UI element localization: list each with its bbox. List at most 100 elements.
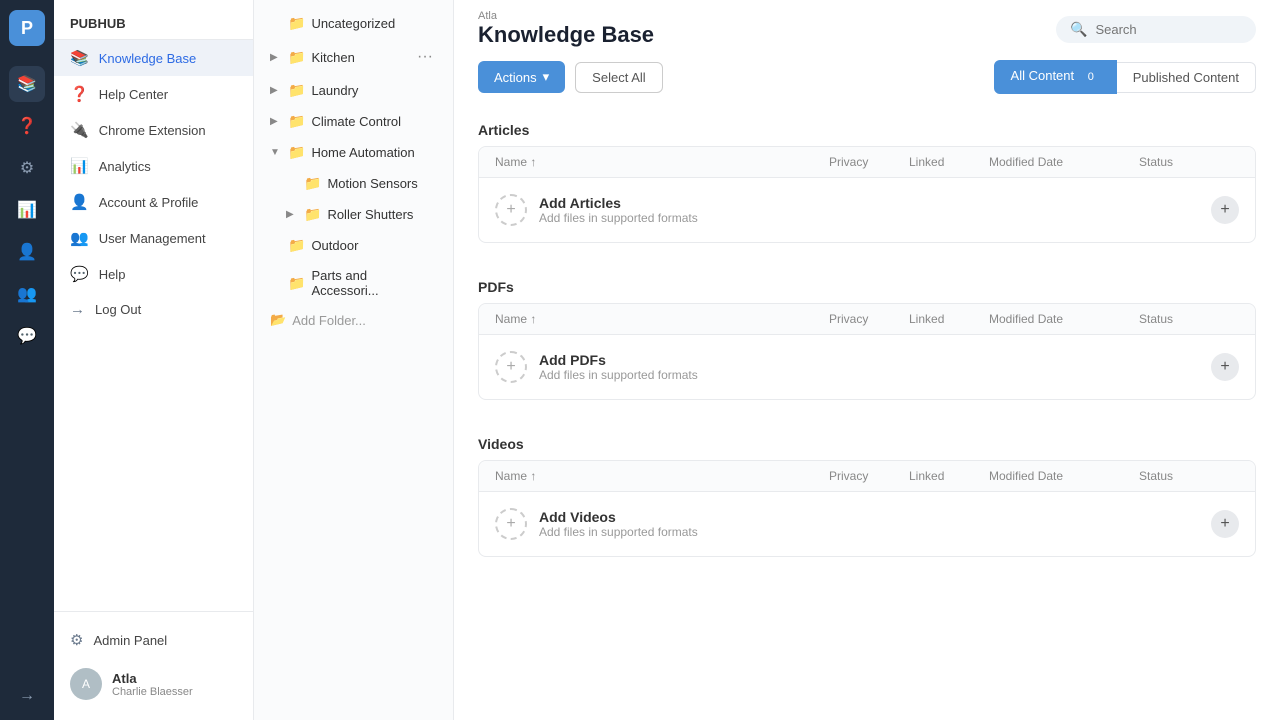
rail-account[interactable]: 👤 — [9, 234, 45, 270]
laundry-folder-icon: 📁 — [288, 82, 305, 99]
sidebar-item-user-management[interactable]: 👥 User Management — [54, 220, 253, 256]
chrome-extension-icon: 🔌 — [70, 121, 89, 139]
articles-col-modified: Modified Date — [989, 155, 1139, 169]
folder-name-home-automation: Home Automation — [311, 145, 437, 160]
user-management-icon: 👥 — [70, 229, 89, 247]
rail-user-management[interactable]: 👥 — [9, 276, 45, 312]
published-content-toggle[interactable]: Published Content — [1117, 62, 1256, 93]
add-videos-subtitle: Add files in supported formats — [539, 525, 698, 539]
sidebar-item-analytics[interactable]: 📊 Analytics — [54, 148, 253, 184]
rail-help-center[interactable]: ❓ — [9, 108, 45, 144]
actions-label: Actions — [494, 70, 537, 85]
folder-item-outdoor[interactable]: 📁 Outdoor — [258, 230, 449, 261]
page-title: Knowledge Base — [478, 22, 654, 48]
roller-shutters-folder-icon: 📁 — [304, 206, 321, 223]
knowledge-base-icon: 📚 — [70, 49, 89, 67]
sidebar-header: PUBHUB — [54, 0, 253, 40]
add-pdfs-title: Add PDFs — [539, 352, 698, 368]
sidebar-label-account: Account & Profile — [99, 195, 237, 210]
rail-knowledge-base[interactable]: 📚 — [9, 66, 45, 102]
add-articles-icon: + — [495, 194, 527, 226]
folder-item-home-automation[interactable]: ▼ 📁 Home Automation — [258, 137, 449, 168]
add-folder-button[interactable]: 📂 Add Folder... — [258, 305, 449, 335]
add-pdfs-icon: + — [495, 351, 527, 383]
folder-item-roller-shutters[interactable]: ▶ 📁 Roller Shutters — [258, 199, 449, 230]
folder-name-parts: Parts and Accessori... — [311, 268, 437, 298]
articles-col-name: Name ↑ — [495, 155, 829, 169]
help-icon: 💬 — [70, 265, 89, 283]
sidebar-label-logout: Log Out — [95, 302, 237, 317]
all-content-toggle[interactable]: All Content 0 — [994, 60, 1117, 94]
climate-folder-icon: 📁 — [288, 113, 305, 130]
kitchen-folder-icon: 📁 — [288, 49, 305, 66]
search-icon: 🔍 — [1070, 21, 1087, 38]
chevron-climate-icon: ▶ — [270, 116, 282, 127]
sidebar-label-knowledge-base: Knowledge Base — [99, 51, 237, 66]
sidebar-item-help-center[interactable]: ❓ Help Center — [54, 76, 253, 112]
sidebar-label-analytics: Analytics — [99, 159, 237, 174]
folder-item-motion-sensors[interactable]: 📁 Motion Sensors — [258, 168, 449, 199]
help-center-icon: ❓ — [70, 85, 89, 103]
sidebar-label-help: Help — [99, 267, 237, 282]
sidebar-item-help[interactable]: 💬 Help — [54, 256, 253, 292]
pdfs-col-modified: Modified Date — [989, 312, 1139, 326]
add-articles-plus-button[interactable]: + — [1211, 196, 1239, 224]
folder-item-parts[interactable]: 📁 Parts and Accessori... — [258, 261, 449, 305]
sidebar-item-chrome-extension[interactable]: 🔌 Chrome Extension — [54, 112, 253, 148]
chevron-roller-icon: ▶ — [286, 209, 298, 220]
articles-section-title: Articles — [478, 106, 1256, 146]
rail-logout[interactable]: → — [9, 678, 45, 714]
rail-help[interactable]: 💬 — [9, 318, 45, 354]
add-videos-row[interactable]: + Add Videos Add files in supported form… — [479, 492, 1255, 556]
add-articles-row[interactable]: + Add Articles Add files in supported fo… — [479, 178, 1255, 242]
folder-panel: 📁 Uncategorized ▶ 📁 Kitchen ··· ▶ 📁 Laun… — [254, 0, 454, 720]
select-all-button[interactable]: Select All — [575, 62, 662, 93]
sidebar: PUBHUB 📚 Knowledge Base ❓ Help Center 🔌 … — [54, 0, 254, 720]
add-pdfs-row[interactable]: + Add PDFs Add files in supported format… — [479, 335, 1255, 399]
add-folder-label: Add Folder... — [292, 313, 366, 328]
user-block[interactable]: A Atla Charlie Blaesser — [54, 658, 253, 710]
articles-col-privacy: Privacy — [829, 155, 909, 169]
videos-col-linked: Linked — [909, 469, 989, 483]
user-avatar: A — [70, 668, 102, 700]
add-videos-plus-button[interactable]: + — [1211, 510, 1239, 538]
app-name: PUBHUB — [70, 16, 126, 31]
folder-item-kitchen[interactable]: ▶ 📁 Kitchen ··· — [258, 39, 449, 75]
add-videos-icon: + — [495, 508, 527, 540]
search-bar[interactable]: 🔍 — [1056, 16, 1256, 43]
folder-item-laundry[interactable]: ▶ 📁 Laundry — [258, 75, 449, 106]
sidebar-item-logout[interactable]: → Log Out — [54, 292, 253, 327]
videos-table: Name ↑ Privacy Linked Modified Date Stat… — [478, 460, 1256, 557]
actions-button[interactable]: Actions ▾ — [478, 61, 565, 93]
articles-table: Name ↑ Privacy Linked Modified Date Stat… — [478, 146, 1256, 243]
articles-col-linked: Linked — [909, 155, 989, 169]
videos-col-modified: Modified Date — [989, 469, 1139, 483]
kitchen-more-button[interactable]: ··· — [413, 46, 437, 68]
app-logo[interactable]: P — [9, 10, 45, 46]
admin-panel-icon: ⚙ — [70, 631, 83, 649]
videos-table-header: Name ↑ Privacy Linked Modified Date Stat… — [479, 461, 1255, 492]
pdfs-col-name: Name ↑ — [495, 312, 829, 326]
articles-col-status: Status — [1139, 155, 1239, 169]
add-pdfs-subtitle: Add files in supported formats — [539, 368, 698, 382]
outdoor-folder-icon: 📁 — [288, 237, 305, 254]
sidebar-item-account-profile[interactable]: 👤 Account & Profile — [54, 184, 253, 220]
sidebar-label-admin-panel: Admin Panel — [93, 633, 237, 648]
home-automation-folder-icon: 📁 — [288, 144, 305, 161]
folder-item-uncategorized[interactable]: 📁 Uncategorized — [258, 8, 449, 39]
rail-analytics[interactable]: 📊 — [9, 192, 45, 228]
icon-rail: P 📚 ❓ ⚙ 📊 👤 👥 💬 → — [0, 0, 54, 720]
folder-name-kitchen: Kitchen — [311, 50, 407, 65]
add-videos-text: Add Videos Add files in supported format… — [539, 509, 698, 539]
rail-chrome-extension[interactable]: ⚙ — [9, 150, 45, 186]
search-input[interactable] — [1095, 22, 1245, 37]
sidebar-label-user-management: User Management — [99, 231, 237, 246]
folder-name-laundry: Laundry — [311, 83, 437, 98]
user-name: Atla — [112, 671, 193, 686]
sidebar-item-knowledge-base[interactable]: 📚 Knowledge Base — [54, 40, 253, 76]
select-all-label: Select All — [592, 70, 645, 85]
sidebar-item-admin-panel[interactable]: ⚙ Admin Panel — [54, 622, 253, 658]
folder-item-climate-control[interactable]: ▶ 📁 Climate Control — [258, 106, 449, 137]
user-email: Charlie Blaesser — [112, 686, 193, 698]
add-pdfs-plus-button[interactable]: + — [1211, 353, 1239, 381]
